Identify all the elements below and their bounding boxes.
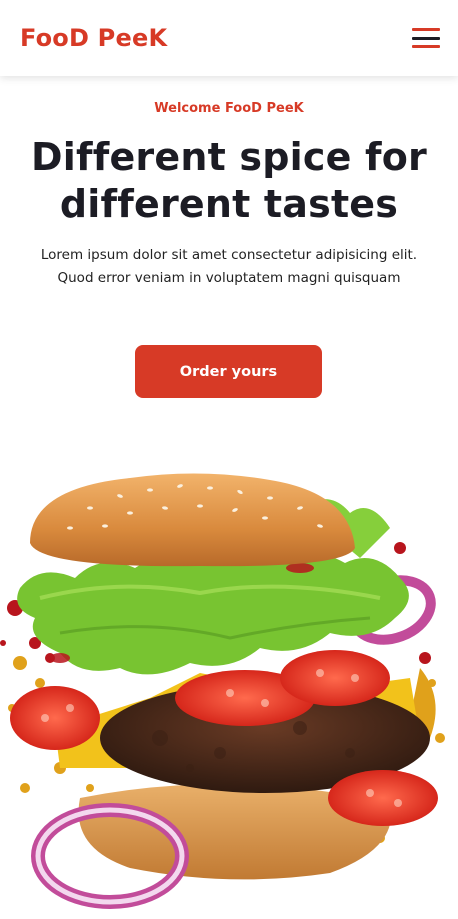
navbar: FooD PeeK — [0, 0, 458, 76]
burger-illustration — [0, 473, 445, 909]
order-yours-button[interactable]: Order yours — [135, 345, 322, 398]
menu-line-top — [412, 28, 440, 31]
logo-part-3: Pee — [89, 24, 149, 52]
hero-section: Welcome FooD PeeK Different spice for di… — [0, 76, 458, 398]
tomato-slice — [10, 686, 100, 750]
subtext-line-1: Lorem ipsum dolor sit amet consectetur a… — [40, 247, 418, 263]
logo-part-1: Foo — [20, 24, 69, 52]
logo-part-2: D — [69, 24, 90, 52]
tomato-slice — [280, 650, 390, 706]
top-bun — [30, 473, 355, 567]
brand-logo[interactable]: FooD PeeK — [20, 24, 167, 52]
headline-line-2: different tastes — [59, 182, 399, 226]
tomato-slice — [328, 770, 438, 826]
hero-subtext: Lorem ipsum dolor sit amet consectetur a… — [0, 244, 458, 290]
hero-headline: Different spice for different tastes — [0, 134, 458, 228]
menu-line-middle — [412, 36, 440, 40]
logo-part-4: K — [148, 24, 168, 52]
subtext-line-2: Quod error veniam in voluptatem magni qu… — [57, 270, 401, 286]
menu-line-bottom — [412, 45, 440, 48]
hero-eyebrow: Welcome FooD PeeK — [154, 101, 304, 116]
hamburger-menu-icon[interactable] — [412, 28, 440, 48]
headline-line-1: Different spice for — [31, 135, 427, 179]
burger-image — [0, 468, 458, 919]
